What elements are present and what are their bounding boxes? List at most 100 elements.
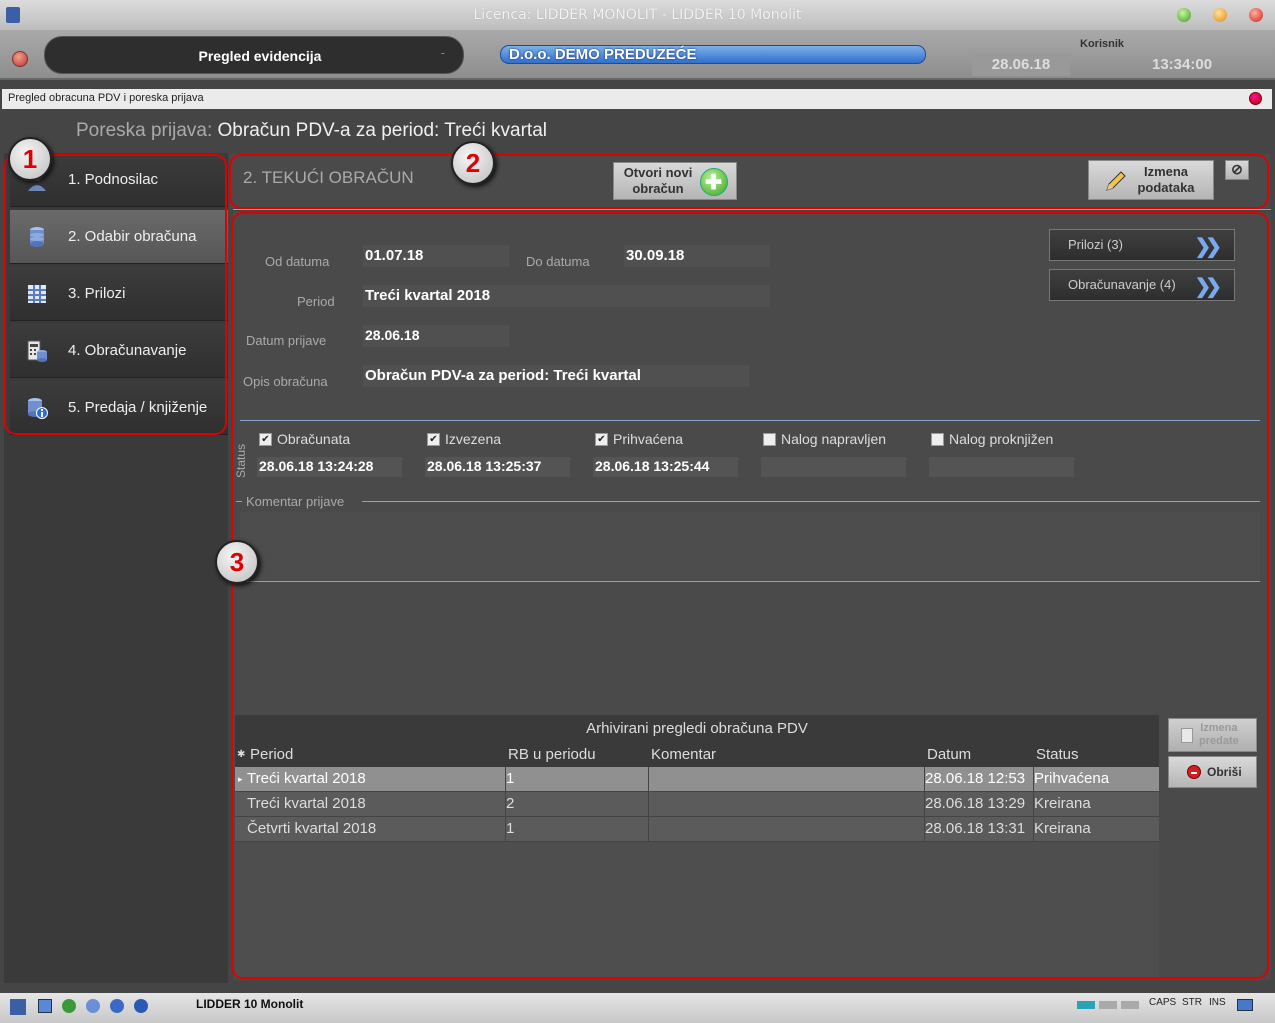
cell-rb: 1 (506, 817, 649, 842)
sidebar-item-prilozi[interactable]: 3. Prilozi (10, 267, 228, 321)
cell-period: Treći kvartal 2018 (247, 767, 506, 792)
page-title-prefix: Poreska prijava: (76, 120, 213, 141)
close-button[interactable] (1249, 8, 1263, 22)
col-period[interactable]: Period (250, 746, 293, 763)
keyboard-icon (1237, 999, 1253, 1011)
prilozi-button[interactable]: Prilozi (3) ❯❯ (1049, 229, 1235, 261)
working-date[interactable]: 28.06.18 (972, 54, 1070, 76)
col-komentar[interactable]: Komentar (651, 746, 716, 763)
table-row[interactable]: Treći kvartal 2018 2 28.06.18 13:29 Krei… (235, 792, 1159, 817)
komentar-textarea[interactable] (240, 512, 1260, 580)
period-field[interactable]: Treći kvartal 2018 (363, 285, 770, 307)
col-datum[interactable]: Datum (927, 746, 971, 763)
opis-obracuna-field[interactable]: Obračun PDV-a za period: Treći kvartal (363, 365, 749, 387)
status-label: Status (234, 443, 248, 478)
datum-prijave-label: Datum prijave (246, 333, 327, 348)
window-icon[interactable] (38, 999, 52, 1013)
database-info-icon (28, 398, 48, 419)
cell-komentar (649, 817, 925, 842)
sidebar-item-label: 2. Odabir obračuna (68, 228, 197, 245)
module-label: Pregled evidencija (198, 48, 322, 64)
home-button[interactable] (12, 51, 28, 67)
module-dash: - (440, 46, 445, 60)
col-status[interactable]: Status (1036, 746, 1079, 763)
maximize-button[interactable] (1213, 8, 1227, 22)
table-row[interactable]: ▸ Treći kvartal 2018 1 28.06.18 12:53 Pr… (235, 767, 1159, 792)
datum-prijave-field[interactable]: 28.06.18 (363, 325, 509, 347)
plus-icon (700, 168, 728, 196)
col-rb[interactable]: RB u periodu (508, 746, 596, 763)
opis-obracuna-label: Opis obračuna (243, 374, 328, 389)
annotation-badge-3: 3 (215, 540, 259, 584)
archive-table: Arhivirani pregledi obračuna PDV ✱ Perio… (235, 715, 1159, 977)
do-datuma-field[interactable]: 30.09.18 (624, 245, 770, 267)
new-row-marker-icon: ✱ (237, 749, 246, 760)
obracunata-checkbox[interactable]: ✔ (259, 433, 272, 446)
cell-period: Četvrti kvartal 2018 (247, 817, 506, 842)
button-label-line1: Izmena (1143, 164, 1189, 179)
sidebar-item-odabir-obracuna[interactable]: 2. Odabir obračuna (10, 210, 228, 264)
window-title: Licenca: LIDDER MONOLIT - LIDDER 10 Mono… (473, 7, 802, 23)
nalog-napravljen-time (761, 457, 906, 477)
cell-rb: 1 (506, 767, 649, 792)
delete-icon (1187, 765, 1201, 779)
user-icon[interactable] (86, 999, 100, 1013)
edit-data-button[interactable]: Izmena podataka (1088, 160, 1214, 200)
sidebar-item-label: 5. Predaja / knjiženje (68, 399, 208, 416)
edit-submitted-button[interactable]: Izmena predate (1168, 718, 1257, 752)
od-datuma-label: Od datuma (265, 254, 330, 269)
sidebar: 1. Podnosilac 2. Odabir obračuna 3. Pril… (4, 153, 228, 983)
nalog-napravljen-checkbox[interactable] (763, 433, 776, 446)
cell-status: Prihvaćena (1034, 770, 1110, 787)
button-label-line2: obračun (632, 181, 684, 196)
nalog-proknjizen-time (929, 457, 1074, 477)
annotation-badge-1: 1 (8, 137, 52, 181)
open-new-calculation-button[interactable]: Otvori novi obračun (613, 162, 737, 200)
module-selector[interactable]: Pregled evidencija - (44, 36, 464, 74)
inner-close-button[interactable] (1249, 92, 1262, 105)
document-icon (1181, 728, 1193, 743)
clock: 13:34:00 (1152, 56, 1213, 73)
network-icon-3 (1121, 1001, 1139, 1009)
cell-status: Kreirana (1034, 795, 1091, 812)
cancel-icon[interactable]: ⊘ (1225, 160, 1249, 180)
sidebar-item-label: 1. Podnosilac (68, 171, 159, 188)
pencil-icon (1106, 171, 1126, 191)
company-label: D.o.o. DEMO PREDUZEĆE (509, 46, 697, 63)
sidebar-item-obracunavanje[interactable]: 4. Obračunavanje (10, 324, 228, 378)
button-label: Obračunavanje (4) (1068, 277, 1176, 292)
divider (362, 501, 1260, 502)
nalog-proknjizen-label: Nalog proknjižen (949, 431, 1054, 447)
minimize-button[interactable] (1177, 8, 1191, 22)
prihvacena-checkbox[interactable]: ✔ (595, 433, 608, 446)
info-icon[interactable] (134, 999, 148, 1013)
title-bar: Licenca: LIDDER MONOLIT - LIDDER 10 Mono… (0, 0, 1275, 30)
button-label: Obriši (1207, 765, 1242, 779)
table-row[interactable]: Četvrti kvartal 2018 1 28.06.18 13:31 Kr… (235, 817, 1159, 842)
izvezena-checkbox[interactable]: ✔ (427, 433, 440, 446)
nalog-proknjizen-checkbox[interactable] (931, 433, 944, 446)
od-datuma-field[interactable]: 01.07.18 (363, 245, 509, 267)
sidebar-item-label: 3. Prilozi (68, 285, 126, 302)
status-app-name: LIDDER 10 Monolit (196, 997, 304, 1011)
grid-icon (28, 285, 46, 303)
calculator-icon (27, 340, 47, 362)
sidebar-item-predaja[interactable]: 5. Predaja / knjiženje (10, 381, 228, 435)
obracunata-time: 28.06.18 13:24:28 (257, 457, 402, 477)
divider (236, 501, 242, 502)
page-title-main: Obračun PDV-a za period: Treći kvartal (217, 120, 547, 141)
delete-button[interactable]: Obriši (1168, 756, 1257, 788)
sidebar-item-label: 4. Obračunavanje (68, 342, 187, 359)
table-header: ✱ Period RB u periodu Komentar Datum Sta… (235, 741, 1159, 767)
komentar-label: Komentar prijave (246, 494, 345, 509)
check-icon[interactable] (110, 999, 124, 1013)
company-selector[interactable]: D.o.o. DEMO PREDUZEĆE (500, 45, 926, 64)
cell-datum: 28.06.18 12:53 (925, 767, 1034, 792)
izvezena-label: Izvezena (445, 431, 502, 447)
prihvacena-time: 28.06.18 13:25:44 (593, 457, 738, 477)
globe-icon[interactable] (62, 999, 76, 1013)
row-pointer-icon: ▸ (238, 774, 243, 784)
obracunavanje-button[interactable]: Obračunavanje (4) ❯❯ (1049, 269, 1235, 301)
inner-window-title: Pregled obracuna PDV i poreska prijava (8, 92, 204, 104)
nalog-napravljen-label: Nalog napravljen (781, 431, 887, 447)
